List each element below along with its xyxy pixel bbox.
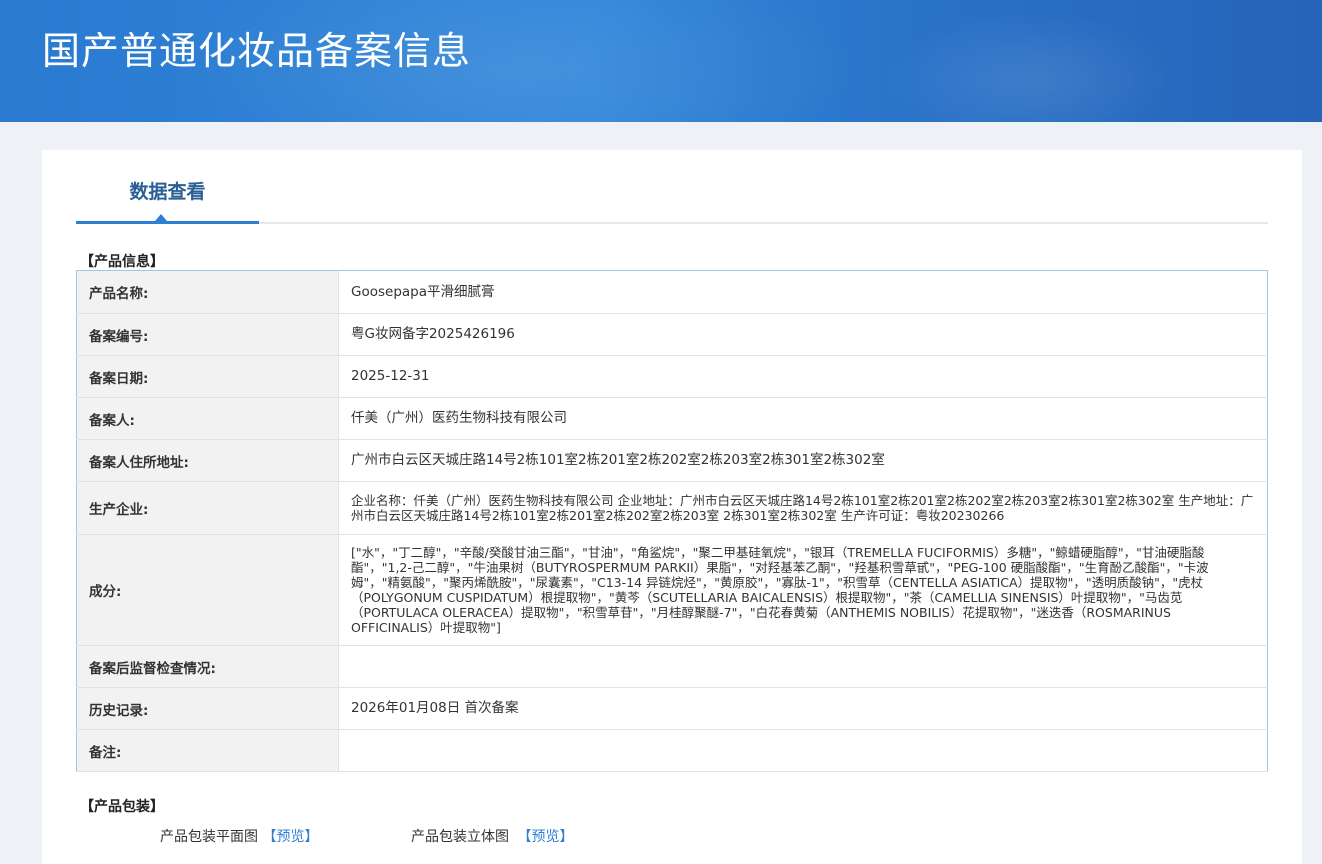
row-key: 备案日期: <box>76 355 339 398</box>
table-row: 备案人住所地址: 广州市白云区天城庄路14号2栋101室2栋201室2栋202室… <box>76 439 1268 482</box>
row-key: 备案编号: <box>76 313 339 356</box>
row-value: 2026年01月08日 首次备案 <box>338 687 1268 730</box>
tab-label: 数据查看 <box>129 181 206 203</box>
package-solid-item: 产品包装立体图 【预览】 <box>411 826 573 846</box>
package-flat-preview-link[interactable]: 【预览】 <box>262 829 318 845</box>
row-key: 生产企业: <box>76 481 339 535</box>
row-key: 备案后监督检查情况: <box>76 645 339 688</box>
row-value: 广州市白云区天城庄路14号2栋101室2栋201室2栋202室2栋203室2栋3… <box>338 439 1268 482</box>
table-row: 历史记录: 2026年01月08日 首次备案 <box>76 687 1268 730</box>
table-row: 备注: <box>76 729 1268 772</box>
row-value: 企业名称：仟美（广州）医药生物科技有限公司 企业地址：广州市白云区天城庄路14号… <box>338 481 1268 535</box>
package-solid-label: 产品包装立体图 <box>411 829 509 845</box>
tab-active-indicator <box>155 214 167 221</box>
row-value: Goosepapa平滑细腻膏 <box>338 270 1268 314</box>
content-card: 数据查看 【产品信息】 产品名称: Goosepapa平滑细腻膏 备案编号: 粤… <box>42 150 1302 864</box>
page-title: 国产普通化妆品备案信息 <box>42 29 472 73</box>
product-info-section-title: 【产品信息】 <box>80 254 164 270</box>
row-value: 粤G妆网备字2025426196 <box>338 313 1268 356</box>
table-row: 备案编号: 粤G妆网备字2025426196 <box>76 313 1268 356</box>
product-info-table: 产品名称: Goosepapa平滑细腻膏 备案编号: 粤G妆网备字2025426… <box>76 270 1268 772</box>
row-key: 备案人住所地址: <box>76 439 339 482</box>
package-solid-preview-link[interactable]: 【预览】 <box>517 829 573 845</box>
row-key: 备案人: <box>76 397 339 440</box>
table-row: 生产企业: 企业名称：仟美（广州）医药生物科技有限公司 企业地址：广州市白云区天… <box>76 481 1268 535</box>
table-row: 产品名称: Goosepapa平滑细腻膏 <box>76 270 1268 314</box>
table-row: 备案人: 仟美（广州）医药生物科技有限公司 <box>76 397 1268 440</box>
row-key: 历史记录: <box>76 687 339 730</box>
row-key: 备注: <box>76 729 339 772</box>
package-flat-label: 产品包装平面图 <box>160 829 258 845</box>
package-flat-item: 产品包装平面图 【预览】 <box>160 826 318 846</box>
row-key: 成分: <box>76 534 339 646</box>
table-row: 备案后监督检查情况: <box>76 645 1268 688</box>
header-banner: 国产普通化妆品备案信息 <box>0 0 1322 122</box>
tab-bar: 数据查看 <box>76 150 1268 224</box>
table-row: 成分: ["水"，"丁二醇"，"辛酸/癸酸甘油三酯"，"甘油"，"角鲨烷"，"聚… <box>76 534 1268 646</box>
row-value <box>338 729 1268 772</box>
row-value: ["水"，"丁二醇"，"辛酸/癸酸甘油三酯"，"甘油"，"角鲨烷"，"聚二甲基硅… <box>338 534 1268 646</box>
tab-data-view[interactable]: 数据查看 <box>76 150 259 224</box>
table-row: 备案日期: 2025-12-31 <box>76 355 1268 398</box>
row-key: 产品名称: <box>76 270 339 314</box>
row-value <box>338 645 1268 688</box>
row-value: 仟美（广州）医药生物科技有限公司 <box>338 397 1268 440</box>
packaging-section-title: 【产品包装】 <box>80 799 164 815</box>
row-value: 2025-12-31 <box>338 355 1268 398</box>
